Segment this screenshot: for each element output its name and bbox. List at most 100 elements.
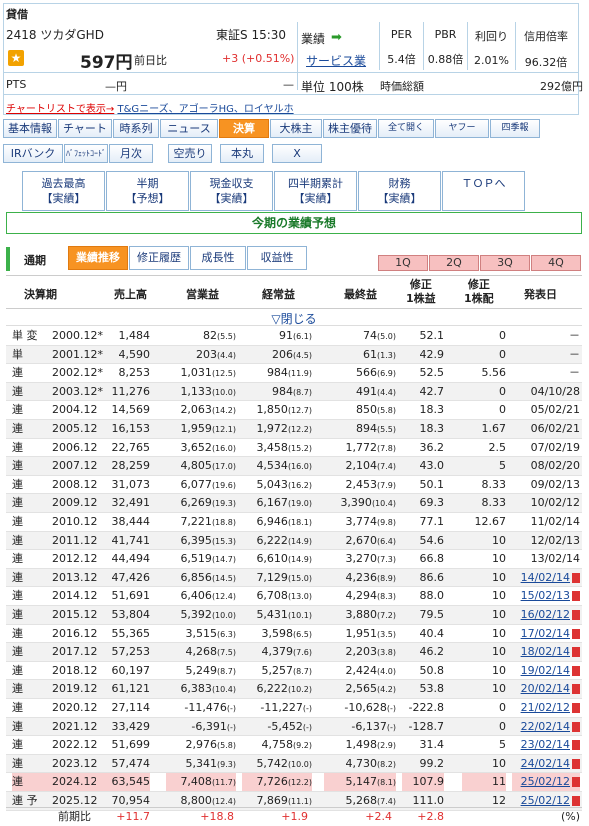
tab-revision[interactable]: 修正履歴 [129, 246, 189, 270]
tab-trend[interactable]: 業績推移 [68, 246, 128, 270]
pdf-icon[interactable] [572, 777, 580, 788]
tab-monthly[interactable]: 月次 [109, 144, 153, 163]
row-op: 5,392(10.0) [180, 608, 236, 621]
row-date[interactable]: 21/02/12 [512, 699, 580, 717]
tab-timeseries[interactable]: 時系列 [113, 119, 159, 138]
chart-list-link[interactable]: チャートリストで表示→ [6, 104, 114, 115]
row-sales: 4,590 [118, 347, 151, 361]
row-sales: 53,804 [111, 608, 151, 621]
row-net: 61(1.3) [363, 347, 396, 361]
row-date[interactable]: 16/02/12 [512, 606, 580, 624]
subtab-half[interactable]: 半期 【予想】 [106, 171, 189, 211]
row-eps: 69.3 [419, 496, 445, 510]
pdf-icon[interactable] [572, 796, 580, 806]
row-dps: 5 [499, 738, 506, 752]
row-dps: 10 [492, 663, 506, 677]
tab-kessan[interactable]: 決算 [219, 119, 269, 138]
tab-yahoo[interactable]: ヤフー [435, 119, 489, 138]
row-eps: -222.8 [408, 701, 444, 714]
row-date[interactable]: 24/02/14 [512, 755, 580, 773]
row-op: 7,408(11.7) [166, 773, 236, 792]
tab-buffett[interactable]: ﾊﾞﾌｪｯﾄｺｰﾄﾞ [64, 144, 108, 163]
margin-tag: 貸借 [6, 8, 28, 21]
row-period: 2008.12 [52, 477, 98, 491]
row-period: 2006.12 [52, 440, 98, 454]
pts-label: PTS [6, 78, 27, 91]
favorite-star-icon[interactable]: ★ [8, 50, 24, 66]
row-date[interactable]: 18/02/14 [512, 643, 580, 661]
row-date[interactable]: 25/02/12 [512, 773, 580, 792]
pdf-icon[interactable] [572, 610, 580, 620]
tab-open-all[interactable]: 全て開く [378, 119, 434, 138]
sector-link[interactable]: サービス業 [306, 52, 366, 69]
table-row: 連 2003.12* 11,276 1,133(10.0) 984(8.7) 491(4.… [6, 382, 582, 402]
pdf-icon[interactable] [572, 721, 580, 732]
pdf-icon[interactable] [572, 740, 580, 751]
col-ord: 経常益 [262, 288, 295, 301]
row-period: 2010.12 [52, 515, 98, 528]
tab-q1[interactable]: 1Q [378, 255, 428, 271]
row-date[interactable]: 19/02/14 [512, 662, 580, 680]
tab-shikiho[interactable]: 四季報 [490, 119, 540, 138]
tab-yutai[interactable]: 株主優待 [323, 119, 377, 138]
subtab-top[interactable]: ＴＯＰへ [442, 171, 525, 211]
row-date[interactable]: 14/02/14 [512, 569, 580, 587]
arrow-right-icon[interactable]: ➡ [331, 30, 342, 45]
row-type: 連 [12, 552, 23, 566]
row-type: 連 [12, 756, 23, 770]
pdf-icon[interactable] [572, 684, 580, 695]
pdf-icon[interactable] [572, 572, 580, 583]
tab-short[interactable]: 空売り [168, 144, 212, 163]
table-row: 連 2023.12 57,474 5,341(9.3) 5,742(10.0) 4,730… [6, 754, 582, 774]
subtab-cashflow[interactable]: 現金収支 【実績】 [190, 171, 273, 211]
row-type: 単 変 [12, 329, 38, 342]
margin-ratio-cell: 信用倍率 96.32倍 [524, 30, 568, 69]
tab-honmaru[interactable]: 本丸 [220, 144, 264, 163]
pdf-icon[interactable] [572, 665, 580, 676]
col-eps: 修正 1株益 [406, 278, 436, 305]
tab-shareholders[interactable]: 大株主 [270, 119, 322, 138]
tab-growth[interactable]: 成長性 [190, 246, 246, 270]
pdf-icon[interactable] [572, 647, 580, 658]
row-date[interactable]: 22/02/14 [512, 718, 580, 736]
row-date[interactable]: 17/02/14 [512, 625, 580, 643]
collapse-toggle[interactable]: ▽閉じる [6, 310, 582, 326]
row-dps: 10 [492, 682, 506, 696]
row-op: 203(4.4) [196, 347, 236, 361]
related-stocks-link[interactable]: T&Gニーズ、アゴーラHG、ロイヤルホ [117, 104, 293, 115]
row-ord: 7,129(15.0) [256, 570, 312, 584]
tab-x[interactable]: X [272, 144, 322, 163]
row-ord: 3,458(15.2) [256, 440, 312, 454]
subtab-quarterly[interactable]: 四半期累計 【実績】 [274, 171, 357, 211]
pdf-icon[interactable] [572, 758, 580, 769]
row-date[interactable]: 23/02/14 [512, 736, 580, 754]
row-period: 2024.12 [52, 773, 98, 792]
subtab-record-high[interactable]: 過去最高 【実績】 [22, 171, 105, 211]
pdf-icon[interactable] [572, 591, 580, 602]
row-ord: 91(6.1) [279, 329, 312, 342]
row-type: 連 [12, 496, 23, 510]
row-dps: 10 [492, 589, 506, 603]
tab-chart[interactable]: チャート [58, 119, 112, 138]
tab-kihon[interactable]: 基本情報 [3, 119, 57, 138]
row-date[interactable]: 20/02/14 [512, 680, 580, 698]
row-dps: 2.5 [488, 440, 507, 454]
row-type: 単 [12, 347, 23, 361]
tab-q3[interactable]: 3Q [480, 255, 530, 271]
row-period: 2013.12 [52, 570, 98, 584]
row-type: 連 [12, 589, 23, 603]
tab-news[interactable]: ニュース [160, 119, 218, 138]
tab-irbank[interactable]: IRバンク [3, 144, 63, 163]
row-type: 連 [12, 719, 23, 733]
row-date[interactable]: 15/02/13 [512, 587, 580, 605]
row-type: 連 [12, 422, 23, 435]
tab-q4[interactable]: 4Q [531, 255, 581, 271]
row-period: 2014.12 [52, 589, 98, 603]
pdf-icon[interactable] [572, 628, 580, 639]
pdf-icon[interactable] [572, 703, 580, 713]
row-date: 11/02/14 [530, 515, 580, 528]
pbr-cell: PBR 0.88倍 [424, 22, 468, 70]
subtab-finance[interactable]: 財務 【実績】 [358, 171, 441, 211]
tab-profitability[interactable]: 収益性 [247, 246, 307, 270]
tab-q2[interactable]: 2Q [429, 255, 479, 271]
